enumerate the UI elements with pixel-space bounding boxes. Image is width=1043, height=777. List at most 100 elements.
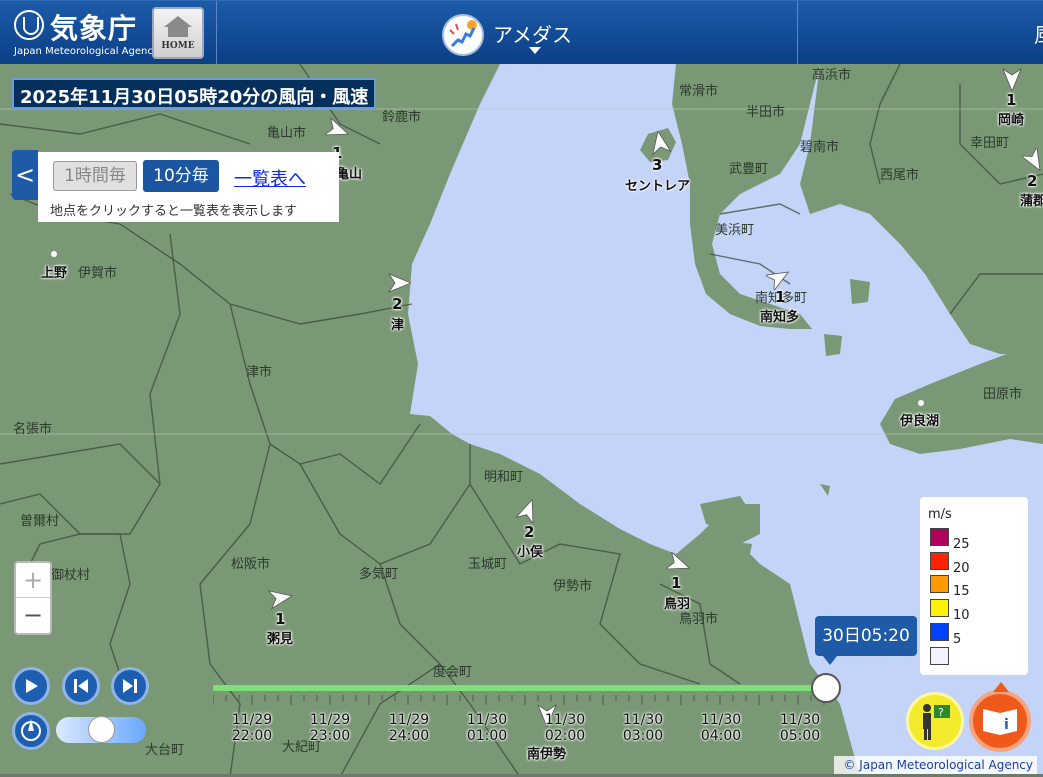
hourly-button[interactable]: 1時間毎	[53, 161, 137, 191]
legend-swatch	[930, 623, 949, 641]
legend-swatch	[930, 528, 949, 546]
place-label: 津市	[246, 365, 273, 380]
home-button[interactable]: HOME	[152, 7, 204, 59]
place-label: 大台町	[145, 743, 185, 758]
info-book-button[interactable]: i	[969, 682, 1031, 752]
zoom-in-button[interactable]: +	[16, 563, 50, 598]
station-speed[interactable]: 1	[775, 288, 785, 306]
ten-minute-button[interactable]: 10分毎	[143, 160, 219, 192]
compass-button[interactable]	[12, 712, 50, 750]
station-name[interactable]: 小俣	[517, 541, 543, 560]
place-label: 亀山市	[267, 126, 307, 141]
wind-arrow-icon[interactable]	[648, 131, 672, 155]
panel-hint: 地点をクリックすると一覧表を表示します	[50, 204, 298, 219]
header-divider	[216, 1, 217, 65]
station-name[interactable]: 岡崎	[998, 109, 1024, 128]
place-label: 美浜町	[715, 223, 755, 238]
place-label: 名張市	[13, 422, 53, 437]
time-tick-label[interactable]: 11/30 03:00	[613, 712, 673, 744]
station-dot[interactable]	[918, 400, 924, 406]
table-link[interactable]: 一覧表へ	[234, 165, 306, 191]
time-tick-label[interactable]: 11/29 24:00	[379, 712, 439, 744]
station-speed[interactable]: 3	[652, 156, 662, 174]
wind-arrow-icon[interactable]	[1000, 67, 1024, 91]
wind-arrow-icon[interactable]	[516, 499, 540, 523]
place-label: 御杖村	[51, 568, 91, 583]
time-tick-label[interactable]: 11/30 01:00	[457, 712, 517, 744]
time-tick-label[interactable]: 11/30 02:00	[535, 712, 595, 744]
station-name[interactable]: 津	[391, 314, 404, 333]
station-name[interactable]: 蒲郡	[1020, 190, 1043, 209]
timeline-ticks	[213, 695, 825, 705]
control-panel: 1時間毎 10分毎 一覧表へ 地点をクリックすると一覧表を表示します	[38, 152, 339, 222]
legend-swatch	[930, 647, 949, 665]
time-tick-label[interactable]: 11/29 22:00	[222, 712, 282, 744]
legend-row: 25	[930, 528, 1010, 552]
time-tick-label[interactable]: 11/29 23:00	[300, 712, 360, 744]
jma-logo[interactable]: 気象庁 Japan Meteorological Agency	[10, 7, 159, 59]
station-name[interactable]: 鳥羽	[664, 593, 690, 612]
station-name[interactable]: 南知多	[760, 306, 799, 325]
zoom-control: + −	[14, 561, 52, 635]
legend-swatch	[930, 599, 949, 617]
observation-timestamp: 2025年11月30日05時20分の風向・風速	[12, 78, 377, 109]
legend-row: 5	[930, 623, 1010, 647]
place-label: 玉城町	[468, 557, 508, 572]
book-info-icon: i	[983, 709, 1017, 735]
legend-row: 10	[930, 599, 1010, 623]
wind-arrow-icon[interactable]	[666, 552, 690, 576]
help-button[interactable]: ?	[906, 692, 964, 750]
station-name[interactable]: 南伊勢	[527, 743, 566, 762]
station-name[interactable]: 亀山	[336, 163, 362, 182]
station-speed[interactable]: 1	[671, 574, 681, 592]
station-speed[interactable]: 2	[524, 523, 534, 541]
legend-unit: m/s	[928, 507, 952, 522]
place-label: 伊勢市	[553, 579, 593, 594]
station-speed[interactable]: 1	[275, 610, 285, 628]
opacity-toggle-handle[interactable]	[88, 716, 115, 743]
legend-label: 25	[953, 537, 970, 552]
play-button[interactable]	[12, 667, 50, 705]
timeline-slider-handle[interactable]	[811, 673, 841, 703]
legend-row	[930, 647, 1010, 667]
time-tick-label[interactable]: 11/30 05:00	[770, 712, 830, 744]
legend-swatch	[930, 552, 949, 570]
home-icon	[164, 16, 192, 37]
amedas-icon[interactable]	[442, 14, 484, 56]
header-cut-text[interactable]: 風	[1034, 19, 1043, 48]
place-label: 田原市	[983, 387, 1023, 402]
time-tick-label[interactable]: 11/30 04:00	[691, 712, 751, 744]
station-speed[interactable]: 2	[392, 295, 402, 313]
step-forward-button[interactable]	[111, 667, 149, 705]
place-label: 西尾市	[880, 168, 920, 183]
place-label: 多気町	[359, 567, 399, 582]
station-name[interactable]: セントレア	[625, 175, 690, 194]
panel-collapse-button[interactable]: <	[12, 150, 38, 200]
page-title[interactable]: アメダス	[493, 19, 572, 48]
station-speed[interactable]: 1	[1006, 91, 1016, 109]
station-speed[interactable]: 2	[1027, 172, 1037, 190]
timeline-track[interactable]	[213, 685, 825, 691]
place-label: 半田市	[746, 105, 786, 120]
play-icon	[26, 679, 38, 693]
legend-label: 5	[953, 632, 962, 647]
wind-arrow-icon[interactable]	[1022, 148, 1043, 172]
place-label: 度会町	[433, 665, 473, 680]
place-label: 松阪市	[231, 557, 271, 572]
skip-back-icon	[74, 679, 88, 693]
chevron-down-icon[interactable]	[529, 47, 541, 54]
wind-arrow-icon[interactable]	[268, 586, 292, 610]
wind-arrow-icon[interactable]	[766, 266, 790, 290]
wind-arrow-icon[interactable]	[387, 271, 411, 295]
station-name[interactable]: 上野	[41, 262, 67, 281]
place-label: 曽爾村	[20, 514, 60, 529]
place-label: 常滑市	[679, 84, 719, 99]
station-dot[interactable]	[51, 251, 57, 257]
station-name[interactable]: 伊良湖	[900, 410, 939, 429]
jma-logo-icon	[14, 10, 44, 40]
step-back-button[interactable]	[62, 667, 100, 705]
wind-arrow-icon[interactable]	[325, 118, 349, 142]
zoom-out-button[interactable]: −	[16, 598, 50, 633]
skip-forward-icon	[123, 679, 137, 693]
station-name[interactable]: 粥見	[267, 628, 293, 647]
